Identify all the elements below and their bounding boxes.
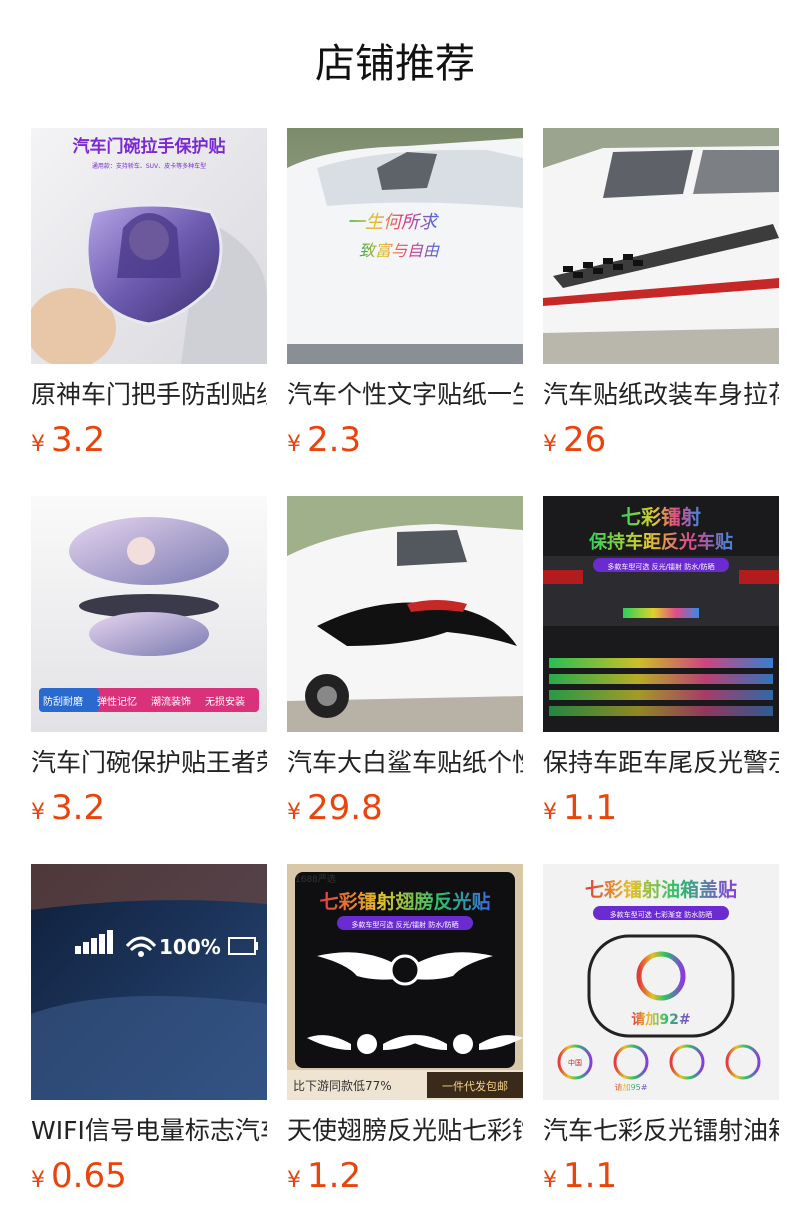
image-tag: 防刮耐磨	[43, 695, 83, 708]
product-image[interactable]: 七彩镭射油箱盖贴 多款车型可选 七彩渐变 防水防晒 请加92# 中国 请加95#	[543, 864, 779, 1100]
product-price: ¥26	[543, 420, 779, 460]
image-subtext: 多款车型可选 七彩渐变 防水防晒	[610, 910, 712, 919]
product-card[interactable]: 七彩镭射油箱盖贴 多款车型可选 七彩渐变 防水防晒 请加92# 中国 请加95#…	[543, 864, 779, 1204]
product-name[interactable]: 保持车距车尾反光警示贴	[543, 746, 779, 780]
image-tag: 弹性记忆	[97, 695, 137, 708]
product-image[interactable]: 防刮耐磨 弹性记忆 潮流装饰 无损安装	[31, 496, 267, 732]
product-name[interactable]: 汽车贴纸改装车身拉花	[543, 378, 779, 412]
product-card[interactable]: 汽车门碗拉手保护贴 通用款：支持轿车、SUV、皮卡等多种车型 原神车门把手防刮贴…	[31, 128, 267, 468]
product-name[interactable]: 汽车大白鲨车贴纸个性	[287, 746, 523, 780]
price-value: 1.1	[563, 1156, 618, 1196]
product-price: ¥2.3	[287, 420, 523, 460]
currency-symbol: ¥	[31, 432, 45, 457]
price-value: 2.3	[307, 420, 362, 460]
product-name[interactable]: 天使翅膀反光贴七彩镭射	[287, 1114, 523, 1148]
image-text: 中国	[568, 1058, 582, 1067]
product-card[interactable]: 汽车大白鲨车贴纸个性 ¥29.8	[287, 496, 523, 836]
image-headline: 汽车门碗拉手保护贴	[73, 136, 226, 157]
image-promo: 比下游同款低77%	[293, 1079, 392, 1093]
currency-symbol: ¥	[543, 800, 557, 825]
currency-symbol: ¥	[287, 1168, 301, 1193]
product-name[interactable]: 汽车个性文字贴纸一生何所求	[287, 378, 523, 412]
product-image[interactable]: 1688严选 七彩镭射翅膀反光贴 多款车型可选 反光/镭射 防水/防晒 比下游同…	[287, 864, 523, 1100]
price-value: 3.2	[51, 420, 106, 460]
product-card[interactable]: 一生何所求 致富与自由 汽车个性文字贴纸一生何所求 ¥2.3	[287, 128, 523, 468]
product-image[interactable]: 一生何所求 致富与自由	[287, 128, 523, 364]
image-text: 致富与自由	[359, 241, 440, 260]
image-text: 请加92#	[631, 1011, 690, 1028]
image-subtext: 通用款：支持轿车、SUV、皮卡等多种车型	[92, 162, 206, 170]
currency-symbol: ¥	[31, 1168, 45, 1193]
image-badge: 1688严选	[295, 873, 336, 885]
product-price: ¥0.65	[31, 1156, 267, 1196]
product-card[interactable]: 防刮耐磨 弹性记忆 潮流装饰 无损安装 汽车门碗保护贴王者荣耀 ¥3.2	[31, 496, 267, 836]
price-value: 1.2	[307, 1156, 362, 1196]
price-value: 0.65	[51, 1156, 127, 1196]
product-image[interactable]	[543, 128, 779, 364]
image-text: 请加95#	[615, 1082, 648, 1092]
image-headline: 七彩镭射翅膀反光贴	[319, 890, 490, 913]
image-subtext: 多款车型可选 反光/镭射 防水/防晒	[351, 920, 458, 929]
currency-symbol: ¥	[287, 800, 301, 825]
product-image[interactable]: 100%	[31, 864, 267, 1100]
image-text: 一生何所求	[347, 212, 439, 233]
product-image[interactable]	[287, 496, 523, 732]
product-price: ¥1.1	[543, 1156, 779, 1196]
currency-symbol: ¥	[543, 432, 557, 457]
product-card[interactable]: 1688严选 七彩镭射翅膀反光贴 多款车型可选 反光/镭射 防水/防晒 比下游同…	[287, 864, 523, 1204]
product-name[interactable]: 汽车门碗保护贴王者荣耀	[31, 746, 267, 780]
image-headline: 七彩镭射油箱盖贴	[585, 878, 737, 901]
currency-symbol: ¥	[543, 1168, 557, 1193]
product-image[interactable]: 汽车门碗拉手保护贴 通用款：支持轿车、SUV、皮卡等多种车型	[31, 128, 267, 364]
price-value: 1.1	[563, 788, 618, 828]
image-promo: 一件代发包邮	[442, 1079, 508, 1093]
product-name[interactable]: 汽车七彩反光镭射油箱盖贴	[543, 1114, 779, 1148]
image-headline: 七彩镭射	[621, 505, 701, 529]
price-value: 29.8	[307, 788, 383, 828]
product-card[interactable]: 100% WIFI信号电量标志汽车贴 ¥0.65	[31, 864, 267, 1204]
price-value: 3.2	[51, 788, 106, 828]
header: 店铺推荐	[0, 0, 790, 128]
image-headline: 保持车距反光车贴	[588, 531, 733, 553]
product-price: ¥3.2	[31, 788, 267, 828]
image-tag: 潮流装饰	[151, 695, 191, 708]
product-name[interactable]: 原神车门把手防刮贴纸	[31, 378, 267, 412]
product-card[interactable]: 七彩镭射 保持车距反光车贴 多款车型可选 反光/镭射 防水/防晒 保持车距车尾反…	[543, 496, 779, 836]
product-card[interactable]: 汽车贴纸改装车身拉花 ¥26	[543, 128, 779, 468]
product-image[interactable]: 七彩镭射 保持车距反光车贴 多款车型可选 反光/镭射 防水/防晒	[543, 496, 779, 732]
page-title: 店铺推荐	[315, 41, 475, 87]
image-subtext: 多款车型可选 反光/镭射 防水/防晒	[607, 562, 714, 571]
product-price: ¥1.2	[287, 1156, 523, 1196]
image-text: 100%	[159, 935, 221, 959]
product-price: ¥1.1	[543, 788, 779, 828]
product-price: ¥29.8	[287, 788, 523, 828]
currency-symbol: ¥	[31, 800, 45, 825]
price-value: 26	[563, 420, 607, 460]
currency-symbol: ¥	[287, 432, 301, 457]
image-tag: 无损安装	[205, 695, 245, 708]
product-price: ¥3.2	[31, 420, 267, 460]
product-name[interactable]: WIFI信号电量标志汽车贴	[31, 1114, 267, 1148]
